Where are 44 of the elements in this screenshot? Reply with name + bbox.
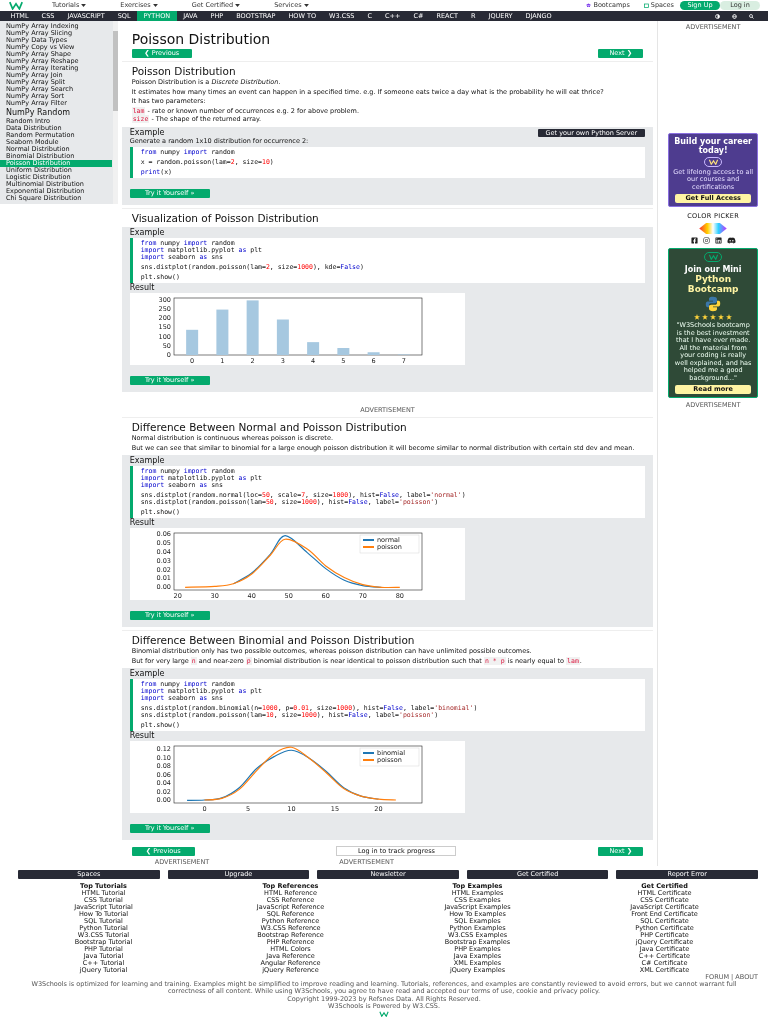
example-label: Example xyxy=(129,456,165,466)
ad-title: Python Bootcamp xyxy=(686,274,740,294)
logo-icon[interactable] xyxy=(708,254,718,260)
example-label: Example xyxy=(129,228,165,238)
bar xyxy=(246,300,259,355)
mortarboard-icon xyxy=(586,3,592,8)
color-wheel-icon[interactable] xyxy=(699,223,728,234)
search-icon[interactable] xyxy=(749,13,754,19)
python-logo-icon xyxy=(705,296,722,312)
scrollbar-thumb[interactable] xyxy=(113,31,118,111)
window-icon xyxy=(643,3,649,8)
section-heading: Difference Between Binomial and Poisson Distribution xyxy=(130,634,416,646)
logo-icon[interactable] xyxy=(8,1,24,10)
result-label: Result xyxy=(129,283,156,293)
bar xyxy=(306,342,319,355)
section-heading: Difference Between Normal and Poisson Distribution xyxy=(130,421,408,433)
result-label: Result xyxy=(129,518,156,528)
linkedin-icon[interactable] xyxy=(714,237,722,244)
legend-box xyxy=(359,747,419,767)
result-label: Result xyxy=(129,731,156,741)
section-heading: Poisson Distribution xyxy=(130,65,237,77)
example-label: Example xyxy=(129,669,165,679)
bar xyxy=(185,329,198,355)
caret-icon xyxy=(235,4,241,7)
contrast-icon[interactable] xyxy=(715,13,720,19)
caret-icon xyxy=(303,4,309,7)
sidebar-heading: NumPy Random xyxy=(5,108,72,118)
bar xyxy=(216,309,229,355)
discord-icon[interactable] xyxy=(726,237,736,244)
example-label: Example xyxy=(129,127,165,137)
legend-box xyxy=(359,534,419,554)
facebook-icon[interactable] xyxy=(690,237,698,244)
globe-icon[interactable] xyxy=(732,13,737,19)
ad-title: Join our Mini xyxy=(684,265,742,274)
caret-icon xyxy=(81,4,87,7)
page-title: Poisson Distribution xyxy=(130,31,272,47)
logo-icon[interactable] xyxy=(378,1011,390,1017)
bar xyxy=(337,348,350,355)
bar xyxy=(276,319,289,355)
bar xyxy=(367,352,380,355)
caret-icon xyxy=(152,4,158,7)
instagram-icon[interactable] xyxy=(702,237,710,244)
ad-title: Build your career today! xyxy=(673,136,754,155)
section-heading: Visualization of Poisson Distribution xyxy=(130,212,320,224)
